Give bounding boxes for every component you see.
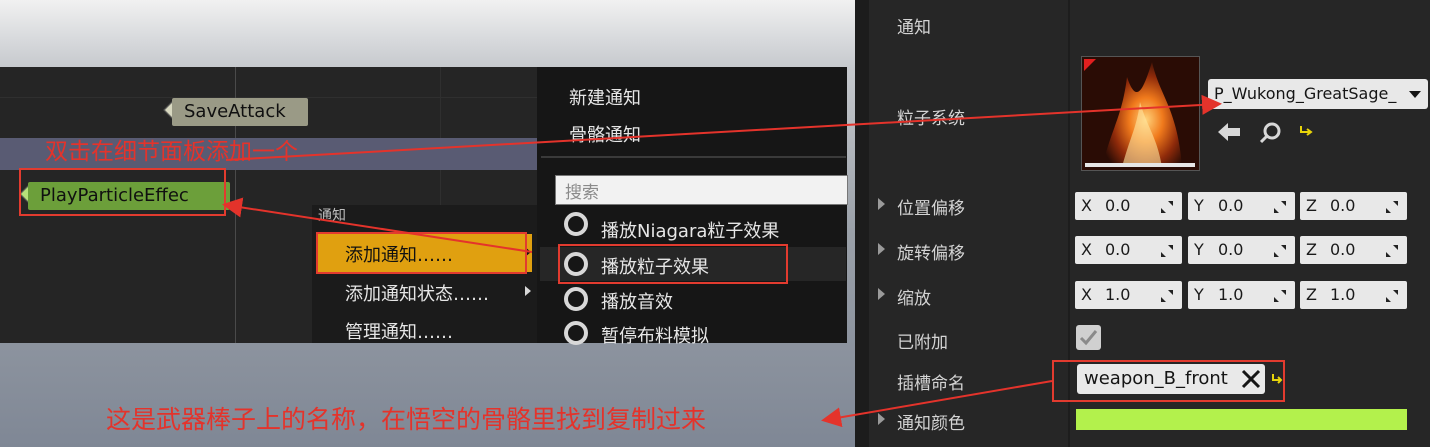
annotation-arrows	[222, 94, 1222, 428]
